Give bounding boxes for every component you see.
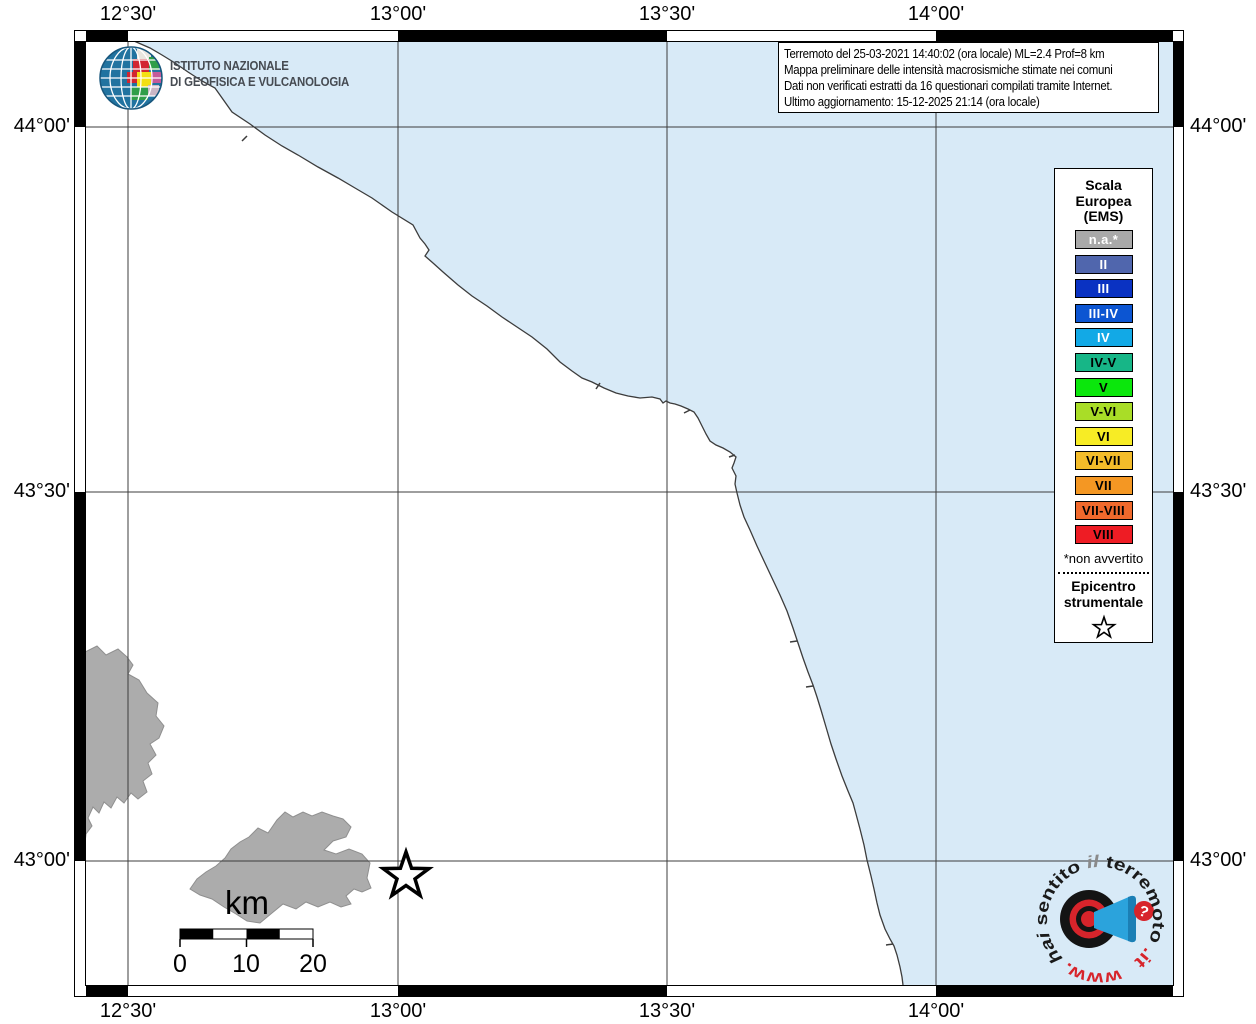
ingv-logo-text: ISTITUTO NAZIONALE DI GEOFISICA E VULCAN… xyxy=(170,58,349,90)
axis-label-lat: 43°30' xyxy=(1190,480,1247,502)
earthquake-info-box: Terremoto del 25-03-2021 14:40:02 (ora l… xyxy=(778,42,1159,113)
axis-label-lon: 13°00' xyxy=(369,3,427,25)
haisentitoilterremoto-logo: ? www. hai sentito il terremoto .it xyxy=(1032,852,1168,989)
frame-segment xyxy=(86,31,128,41)
info-line-event: Terremoto del 25-03-2021 14:40:02 (ora l… xyxy=(784,46,1105,61)
legend-swatch-na: n.a.* xyxy=(1074,230,1133,250)
scale-tick-label: 10 xyxy=(232,950,260,978)
legend-title-line: Scala xyxy=(1085,177,1122,193)
legend-swatch-vii: VII xyxy=(1074,476,1133,496)
legend-swatch-iiiiv: III-IV xyxy=(1074,303,1133,323)
url-il: il xyxy=(1085,852,1101,873)
axis-label-lon: 14°00' xyxy=(907,1000,965,1022)
legend-swatch-viii: VIII xyxy=(1074,525,1133,545)
legend-title-line: (EMS) xyxy=(1083,208,1124,224)
ingv-name-line2: DI GEOFISICA E VULCANOLOGIA xyxy=(170,74,350,89)
legend-swatch-iii: III xyxy=(1074,279,1133,299)
url-it: .it xyxy=(1131,944,1159,972)
legend-swatch-ivv: IV-V xyxy=(1074,353,1133,373)
axis-label-lon: 12°30' xyxy=(99,3,157,25)
legend-epicenter-label: strumentale xyxy=(1063,594,1144,611)
axis-label-lat: 43°30' xyxy=(13,480,70,502)
axis-label-lat: 44°00' xyxy=(1190,115,1247,137)
legend-swatch-vivii: VI-VII xyxy=(1074,451,1133,471)
axis-label-lon: 13°30' xyxy=(638,1000,696,1022)
legend-divider xyxy=(1058,572,1149,575)
info-line-data: Dati non verificati estratti da 16 quest… xyxy=(784,78,1113,93)
scale-unit-label: km xyxy=(225,884,269,921)
legend-title-line: Europea xyxy=(1075,192,1132,209)
map-frame-inner xyxy=(85,41,1174,986)
axis-label-lat: 43°00' xyxy=(1190,849,1247,871)
legend-swatch-vvi: V-VI xyxy=(1074,402,1133,422)
legend-swatch-vi: VI xyxy=(1074,426,1133,446)
megaphone-edge xyxy=(1128,895,1136,943)
axis-label-lon: 13°30' xyxy=(638,3,696,25)
frame-segment xyxy=(75,41,85,127)
url-www: www. xyxy=(1059,959,1125,989)
frame-segment xyxy=(1174,41,1184,127)
ems-legend: Scala Europea (EMS) n.a.* II III III-IV IV IV… xyxy=(1054,168,1153,643)
axis-label-lat: 43°00' xyxy=(13,849,70,871)
url-hai: hai xyxy=(1033,929,1066,968)
legend-epicenter-label: Epicentro xyxy=(1071,578,1136,595)
legend-swatch-viiviii: VII-VIII xyxy=(1074,500,1133,520)
legend-footnote: *non avvertito xyxy=(1063,551,1144,567)
info-line-update: Ultimo aggiornamento: 15-12-2025 21:14 (… xyxy=(784,94,1040,109)
scale-tick-label: 20 xyxy=(299,950,327,978)
legend-swatch-list: n.a.* II III III-IV IV IV-V V V-VI VI VI-VII VII VI… xyxy=(1055,230,1152,545)
macroseismic-map-page: 12°30' 13°00' 13°30' 14°00' 12°30' 13°00… xyxy=(0,0,1256,1024)
axis-label-lat: 44°00' xyxy=(13,115,70,137)
ingv-logo-globe xyxy=(99,46,163,110)
scale-tick-label: 0 xyxy=(173,950,187,978)
info-line-maptype: Mappa preliminare delle intensità macros… xyxy=(784,62,1113,77)
legend-title: Scala Europea (EMS) xyxy=(1055,177,1152,225)
epicenter-star-icon xyxy=(1090,614,1117,640)
frame-segment xyxy=(75,492,85,861)
axis-label-lon: 13°00' xyxy=(369,1000,427,1022)
frame-segment xyxy=(86,986,128,996)
frame-segment xyxy=(398,31,667,41)
axis-label-lon: 14°00' xyxy=(907,3,965,25)
legend-swatch-v: V xyxy=(1074,377,1133,397)
ingv-name-line1: ISTITUTO NAZIONALE xyxy=(170,58,289,73)
axis-label-lon: 12°30' xyxy=(99,1000,157,1022)
frame-segment xyxy=(398,986,667,996)
legend-swatch-ii: II xyxy=(1074,254,1133,274)
frame-segment xyxy=(936,31,1173,41)
frame-segment xyxy=(1174,492,1184,861)
legend-swatch-iv: IV xyxy=(1074,328,1133,348)
